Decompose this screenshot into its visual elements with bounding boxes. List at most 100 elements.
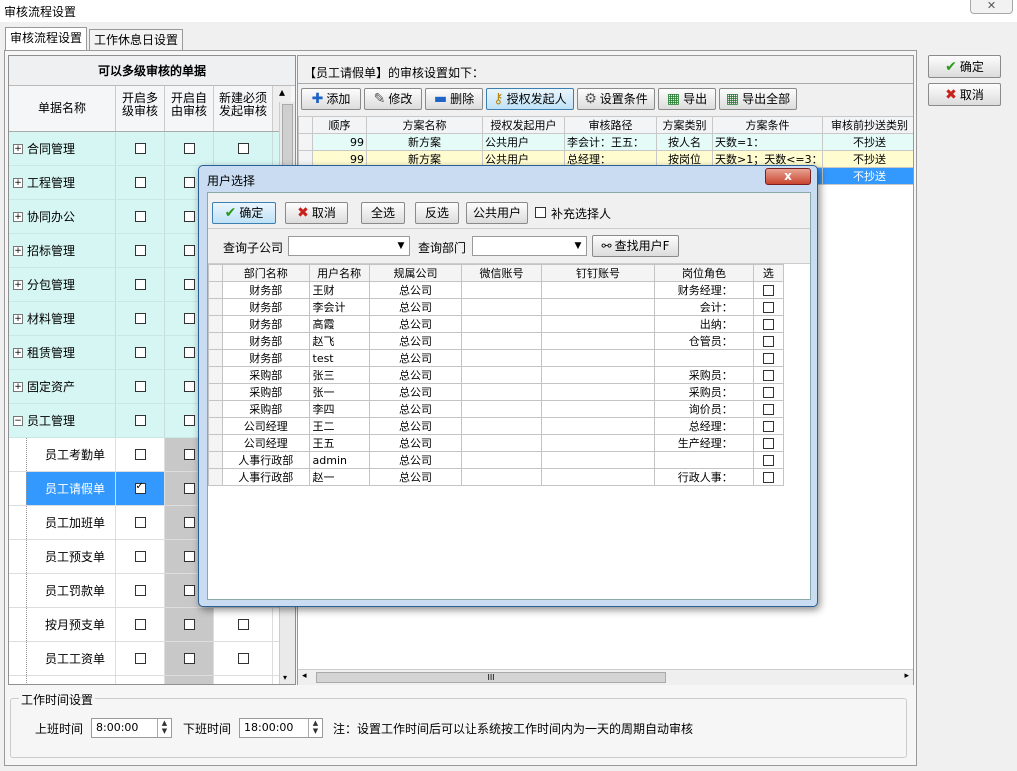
spin-icon[interactable]: ▲ ▼ [157, 719, 171, 737]
expand-icon[interactable]: + [13, 177, 23, 188]
scheme-col-header[interactable]: 方案类别 [656, 116, 713, 134]
table-row[interactable]: 财务部 李会计 总公司 会计： [208, 298, 785, 316]
toolbar-button[interactable]: ▦ 导出 [658, 88, 716, 110]
checkbox[interactable] [237, 619, 249, 630]
user-col-header[interactable]: 选 [752, 264, 785, 282]
user-col-header[interactable]: 部门名称 [222, 264, 310, 282]
table-row[interactable]: 采购部 李四 总公司 询价员： [208, 400, 785, 418]
checkbox[interactable] [134, 211, 146, 222]
user-col-header[interactable]: 岗位角色 [654, 264, 754, 282]
toolbar-button[interactable]: ⚙ 设置条件 [577, 88, 655, 110]
tab-holiday-settings[interactable]: 工作休息日设置 [89, 29, 184, 51]
checkbox[interactable] [134, 245, 146, 256]
table-row[interactable]: 公司经理 王五 总公司 生产经理： [208, 434, 785, 452]
checkbox[interactable] [237, 143, 249, 154]
end-time-input[interactable]: 18:00:00 ▲ ▼ [239, 718, 323, 738]
checkbox[interactable] [183, 449, 195, 460]
checkbox[interactable] [134, 585, 146, 596]
expand-icon[interactable]: + [13, 347, 23, 358]
checkbox[interactable] [183, 313, 195, 324]
checkbox[interactable] [134, 653, 146, 664]
checkbox[interactable] [183, 551, 195, 562]
select-checkbox[interactable] [762, 336, 774, 347]
user-col-header[interactable]: 微信账号 [461, 264, 542, 282]
select-checkbox[interactable] [762, 370, 774, 381]
table-row[interactable]: 采购部 张三 总公司 采购员： [208, 366, 785, 384]
checkbox[interactable] [134, 381, 146, 392]
expand-icon[interactable]: + [13, 143, 23, 154]
toolbar-button[interactable]: ⚷ 授权发起人 [486, 88, 574, 110]
select-all-button[interactable]: 全选 [361, 202, 405, 224]
checkbox[interactable] [134, 481, 146, 494]
start-time-input[interactable]: 8:00:00 ▲ ▼ [91, 718, 172, 738]
select-checkbox[interactable] [762, 387, 774, 398]
expand-icon[interactable]: + [13, 313, 23, 324]
select-checkbox[interactable] [762, 455, 774, 466]
tab-flow-settings[interactable]: 审核流程设置 [5, 27, 88, 51]
tree-child-row[interactable]: 按月预支单 [9, 608, 295, 642]
select-checkbox[interactable] [762, 472, 774, 483]
checkbox[interactable] [134, 619, 146, 630]
checkbox[interactable] [183, 585, 195, 596]
checkbox[interactable] [183, 483, 195, 494]
scheme-col-header[interactable]: 方案条件 [712, 116, 823, 134]
checkbox[interactable] [134, 551, 146, 562]
user-col-header[interactable]: 规属公司 [368, 264, 463, 282]
select-checkbox[interactable] [762, 438, 774, 449]
tree-group-row[interactable]: + 合同管理 [9, 132, 295, 166]
scheme-col-header[interactable]: 顺序 [312, 116, 367, 134]
scheme-col-header[interactable]: 审核路径 [564, 116, 657, 134]
supplement-checkbox[interactable] [535, 207, 546, 218]
expand-icon[interactable]: + [13, 381, 23, 392]
table-row[interactable]: 99 新方案 公共用户 李会计：王五： 按人名 天数=1： 不抄送 [298, 133, 913, 151]
checkbox[interactable] [134, 449, 146, 460]
dialog-cancel-button[interactable]: ✖ 取消 [285, 202, 348, 224]
select-checkbox[interactable] [762, 421, 774, 432]
scheme-col-header[interactable]: 审核前抄送类别 [822, 116, 913, 134]
table-row[interactable]: 财务部 赵飞 总公司 仓管员： [208, 332, 785, 350]
table-row[interactable]: 采购部 张一 总公司 采购员： [208, 383, 785, 401]
table-row[interactable]: 财务部 test 总公司 [208, 349, 785, 367]
toolbar-button[interactable]: ✚ 添加 [301, 88, 361, 110]
department-select[interactable]: ▼ [472, 236, 587, 256]
scheme-hscrollbar[interactable]: ◂ III ▸ [298, 669, 913, 685]
user-col-header[interactable]: 用户名称 [308, 264, 370, 282]
checkbox[interactable] [134, 143, 146, 154]
tree-child-row[interactable]: 员工工资单 [9, 642, 295, 676]
checkbox[interactable] [183, 143, 195, 154]
expand-icon[interactable]: + [13, 245, 23, 256]
find-user-button[interactable]: ⚯ 查找用户F [592, 235, 679, 257]
expand-icon[interactable]: − [13, 415, 23, 426]
checkbox[interactable] [183, 245, 195, 256]
invert-select-button[interactable]: 反选 [415, 202, 459, 224]
checkbox[interactable] [183, 279, 195, 290]
scroll-down-icon[interactable]: ▾ [283, 673, 287, 682]
checkbox[interactable] [183, 211, 195, 222]
checkbox[interactable] [134, 313, 146, 324]
checkbox[interactable] [134, 177, 146, 188]
checkbox[interactable] [183, 415, 195, 426]
checkbox[interactable] [183, 653, 195, 664]
hscroll-thumb[interactable]: III [316, 672, 666, 683]
select-checkbox[interactable] [762, 319, 774, 330]
toolbar-button[interactable]: ▬ 删除 [425, 88, 483, 110]
expand-icon[interactable]: + [13, 211, 23, 222]
table-row[interactable]: 人事行政部 赵一 总公司 行政人事： [208, 468, 785, 486]
spin-icon[interactable]: ▲ ▼ [308, 719, 322, 737]
table-row[interactable]: 财务部 王财 总公司 财务经理： [208, 281, 785, 299]
close-icon[interactable]: ✕ [970, 0, 1013, 14]
checkbox[interactable] [183, 517, 195, 528]
cancel-button[interactable]: ✖ 取消 [928, 83, 1001, 106]
toolbar-button[interactable]: ▦ 导出全部 [719, 88, 797, 110]
toolbar-button[interactable]: ✎ 修改 [364, 88, 422, 110]
select-checkbox[interactable] [762, 285, 774, 296]
sub-company-select[interactable]: ▼ [288, 236, 410, 256]
tree-child-row[interactable]: 员工派工单 [9, 676, 295, 684]
scheme-col-header[interactable]: 方案名称 [366, 116, 483, 134]
checkbox[interactable] [134, 415, 146, 426]
select-checkbox[interactable] [762, 353, 774, 364]
checkbox[interactable] [237, 653, 249, 664]
table-row[interactable]: 财务部 高霞 总公司 出纳： [208, 315, 785, 333]
dialog-ok-button[interactable]: ✔ 确定 [212, 202, 276, 224]
scroll-left-icon[interactable]: ◂ [302, 671, 307, 681]
